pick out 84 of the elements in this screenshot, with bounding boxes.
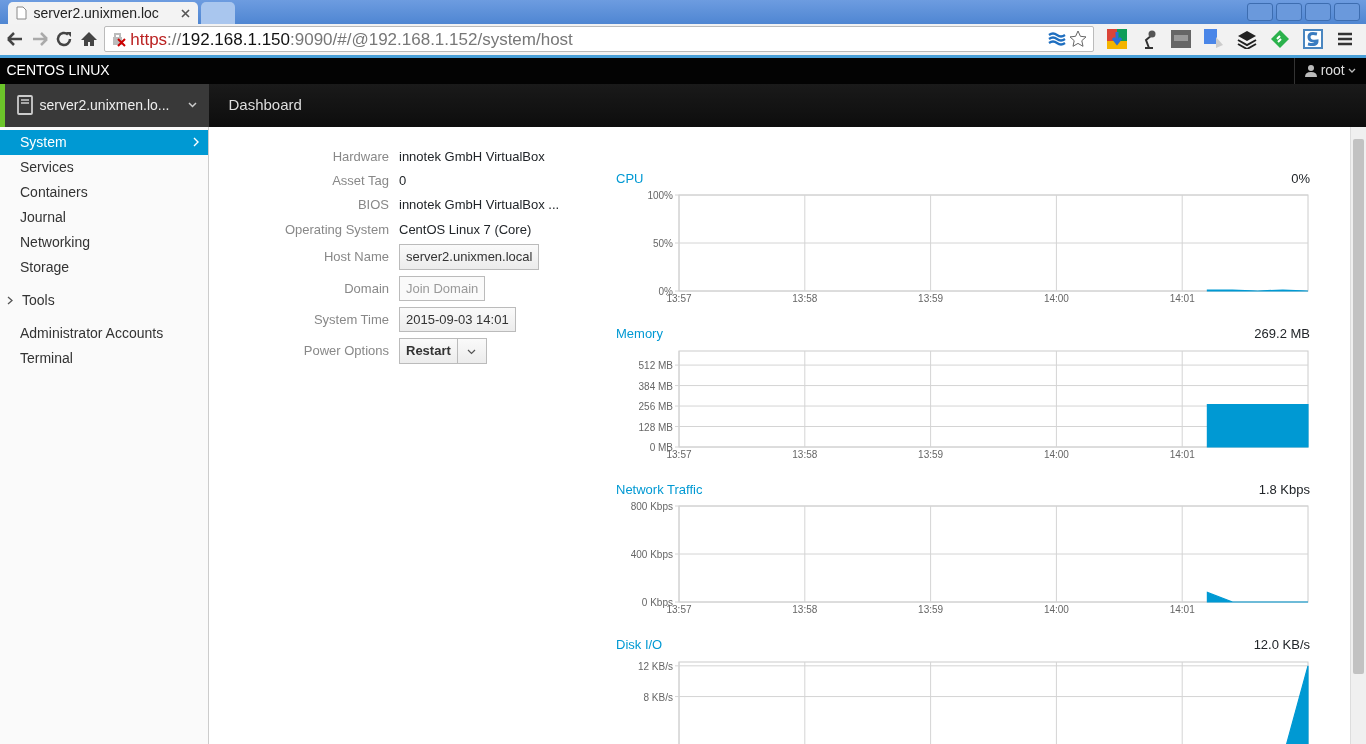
axis-label: 14:01 <box>1169 604 1195 616</box>
scrollbar[interactable] <box>1350 126 1366 744</box>
back-icon[interactable] <box>6 31 24 48</box>
dropdown-toggle-button[interactable] <box>457 338 487 364</box>
server-icon <box>17 95 33 116</box>
chart-title: Network Traffic <box>616 480 703 499</box>
axis-label: 100% <box>647 191 673 202</box>
axis-label: 256 MB <box>638 400 673 412</box>
user-icon <box>1305 64 1318 78</box>
axis-label: 8 KB/s <box>643 691 673 703</box>
field-value: innotek GmbH VirtualBox <box>399 147 545 166</box>
axis-label: 13:58 <box>792 604 818 616</box>
chart-reading: 0% <box>1291 169 1310 188</box>
axis-label: 800 Kbps <box>630 502 673 513</box>
insecure-lock-icon <box>111 31 127 48</box>
caret-icon <box>467 348 477 355</box>
sidebar-item[interactable]: Networking <box>0 229 208 255</box>
sidebar-item[interactable]: Tools <box>0 287 208 313</box>
reload-icon[interactable] <box>55 30 73 49</box>
axis-label: 128 MB <box>638 421 673 433</box>
sidebar-item[interactable]: Terminal <box>0 345 208 371</box>
axis-label: 13:58 <box>792 293 818 305</box>
axis-label: 13:58 <box>792 448 818 460</box>
sidebar-item[interactable]: Services <box>0 154 208 180</box>
sidebar-item[interactable]: Containers <box>0 179 208 205</box>
field-label: Operating System <box>283 220 390 239</box>
layers-icon[interactable] <box>1237 29 1257 50</box>
axis-label: 14:00 <box>1043 604 1069 616</box>
axis-label: 14:01 <box>1169 293 1195 305</box>
field-label: Host Name <box>322 248 390 267</box>
field-label: Hardware <box>331 147 390 166</box>
value-button[interactable]: server2.unixmen.local <box>399 244 540 270</box>
chevron-icon <box>192 137 200 148</box>
user-menu[interactable]: root <box>1294 57 1366 84</box>
axis-label: 13:59 <box>918 604 944 616</box>
brand-title: CENTOS LINUX <box>5 61 110 81</box>
star-icon[interactable] <box>1069 30 1087 49</box>
chart-title: Memory <box>616 325 663 344</box>
axis-label: 400 Kbps <box>630 549 673 561</box>
field-label: System Time <box>312 310 390 329</box>
note-icon[interactable] <box>1303 29 1323 50</box>
keyboard-icon[interactable] <box>1171 30 1191 49</box>
sidebar-item[interactable]: Journal <box>0 204 208 230</box>
chart-reading: 1.8 Kbps <box>1258 480 1310 499</box>
axis-label: 14:00 <box>1043 293 1069 305</box>
waves-icon[interactable] <box>1047 31 1066 48</box>
scrollbar-thumb[interactable] <box>1353 138 1364 674</box>
address-bar[interactable]: https://192.168.1.150:9090/#/@192.168.1.152/system/host <box>104 26 1094 53</box>
page-title: Dashboard <box>227 94 302 115</box>
axis-label: 512 MB <box>638 359 673 371</box>
axis-label: 13:59 <box>918 293 944 305</box>
axis-label: 50% <box>653 238 673 250</box>
value-button[interactable]: Restart <box>399 338 458 364</box>
sidebar-item[interactable]: Administrator Accounts <box>0 320 208 346</box>
axis-label: 14:01 <box>1169 448 1195 460</box>
chart-reading: 12.0 KB/s <box>1253 636 1310 655</box>
chart-reading: 269.2 MB <box>1254 325 1310 344</box>
download-icon[interactable] <box>1107 29 1127 50</box>
axis-label: 384 MB <box>638 380 673 392</box>
field-label: Power Options <box>302 342 390 361</box>
chevron-icon <box>6 295 14 305</box>
field-value: CentOS Linux 7 (Core) <box>399 220 532 239</box>
caret-icon <box>188 102 197 109</box>
axis-label: 14:00 <box>1043 448 1069 460</box>
field-value: innotek GmbH VirtualBox ... <box>399 196 560 215</box>
diamond-icon[interactable] <box>1270 29 1290 50</box>
axis-label: 12 KB/s <box>637 660 673 672</box>
chart-title: CPU <box>616 169 644 188</box>
menu-icon[interactable] <box>1336 31 1354 48</box>
field-value: 0 <box>399 172 407 191</box>
host-selector[interactable]: server2.unixmen.lo... <box>0 83 209 127</box>
home-icon[interactable] <box>79 30 98 49</box>
field-label: BIOS <box>356 196 390 215</box>
browser-tab[interactable]: server2.unixmen.loc <box>8 2 198 24</box>
caret-icon <box>1348 67 1356 74</box>
field-label: Asset Tag <box>331 172 390 191</box>
page-icon <box>16 6 27 20</box>
sidebar-item[interactable]: Storage <box>0 254 208 280</box>
axis-label: 13:59 <box>918 448 944 460</box>
close-icon[interactable] <box>181 8 190 18</box>
value-button[interactable]: 2015-09-03 14:01 <box>399 306 516 333</box>
field-label: Domain <box>343 279 390 298</box>
url-text: https://192.168.1.150:9090/#/@192.168.1.152/system/host <box>130 28 574 51</box>
chart-title: Disk I/O <box>616 636 663 655</box>
